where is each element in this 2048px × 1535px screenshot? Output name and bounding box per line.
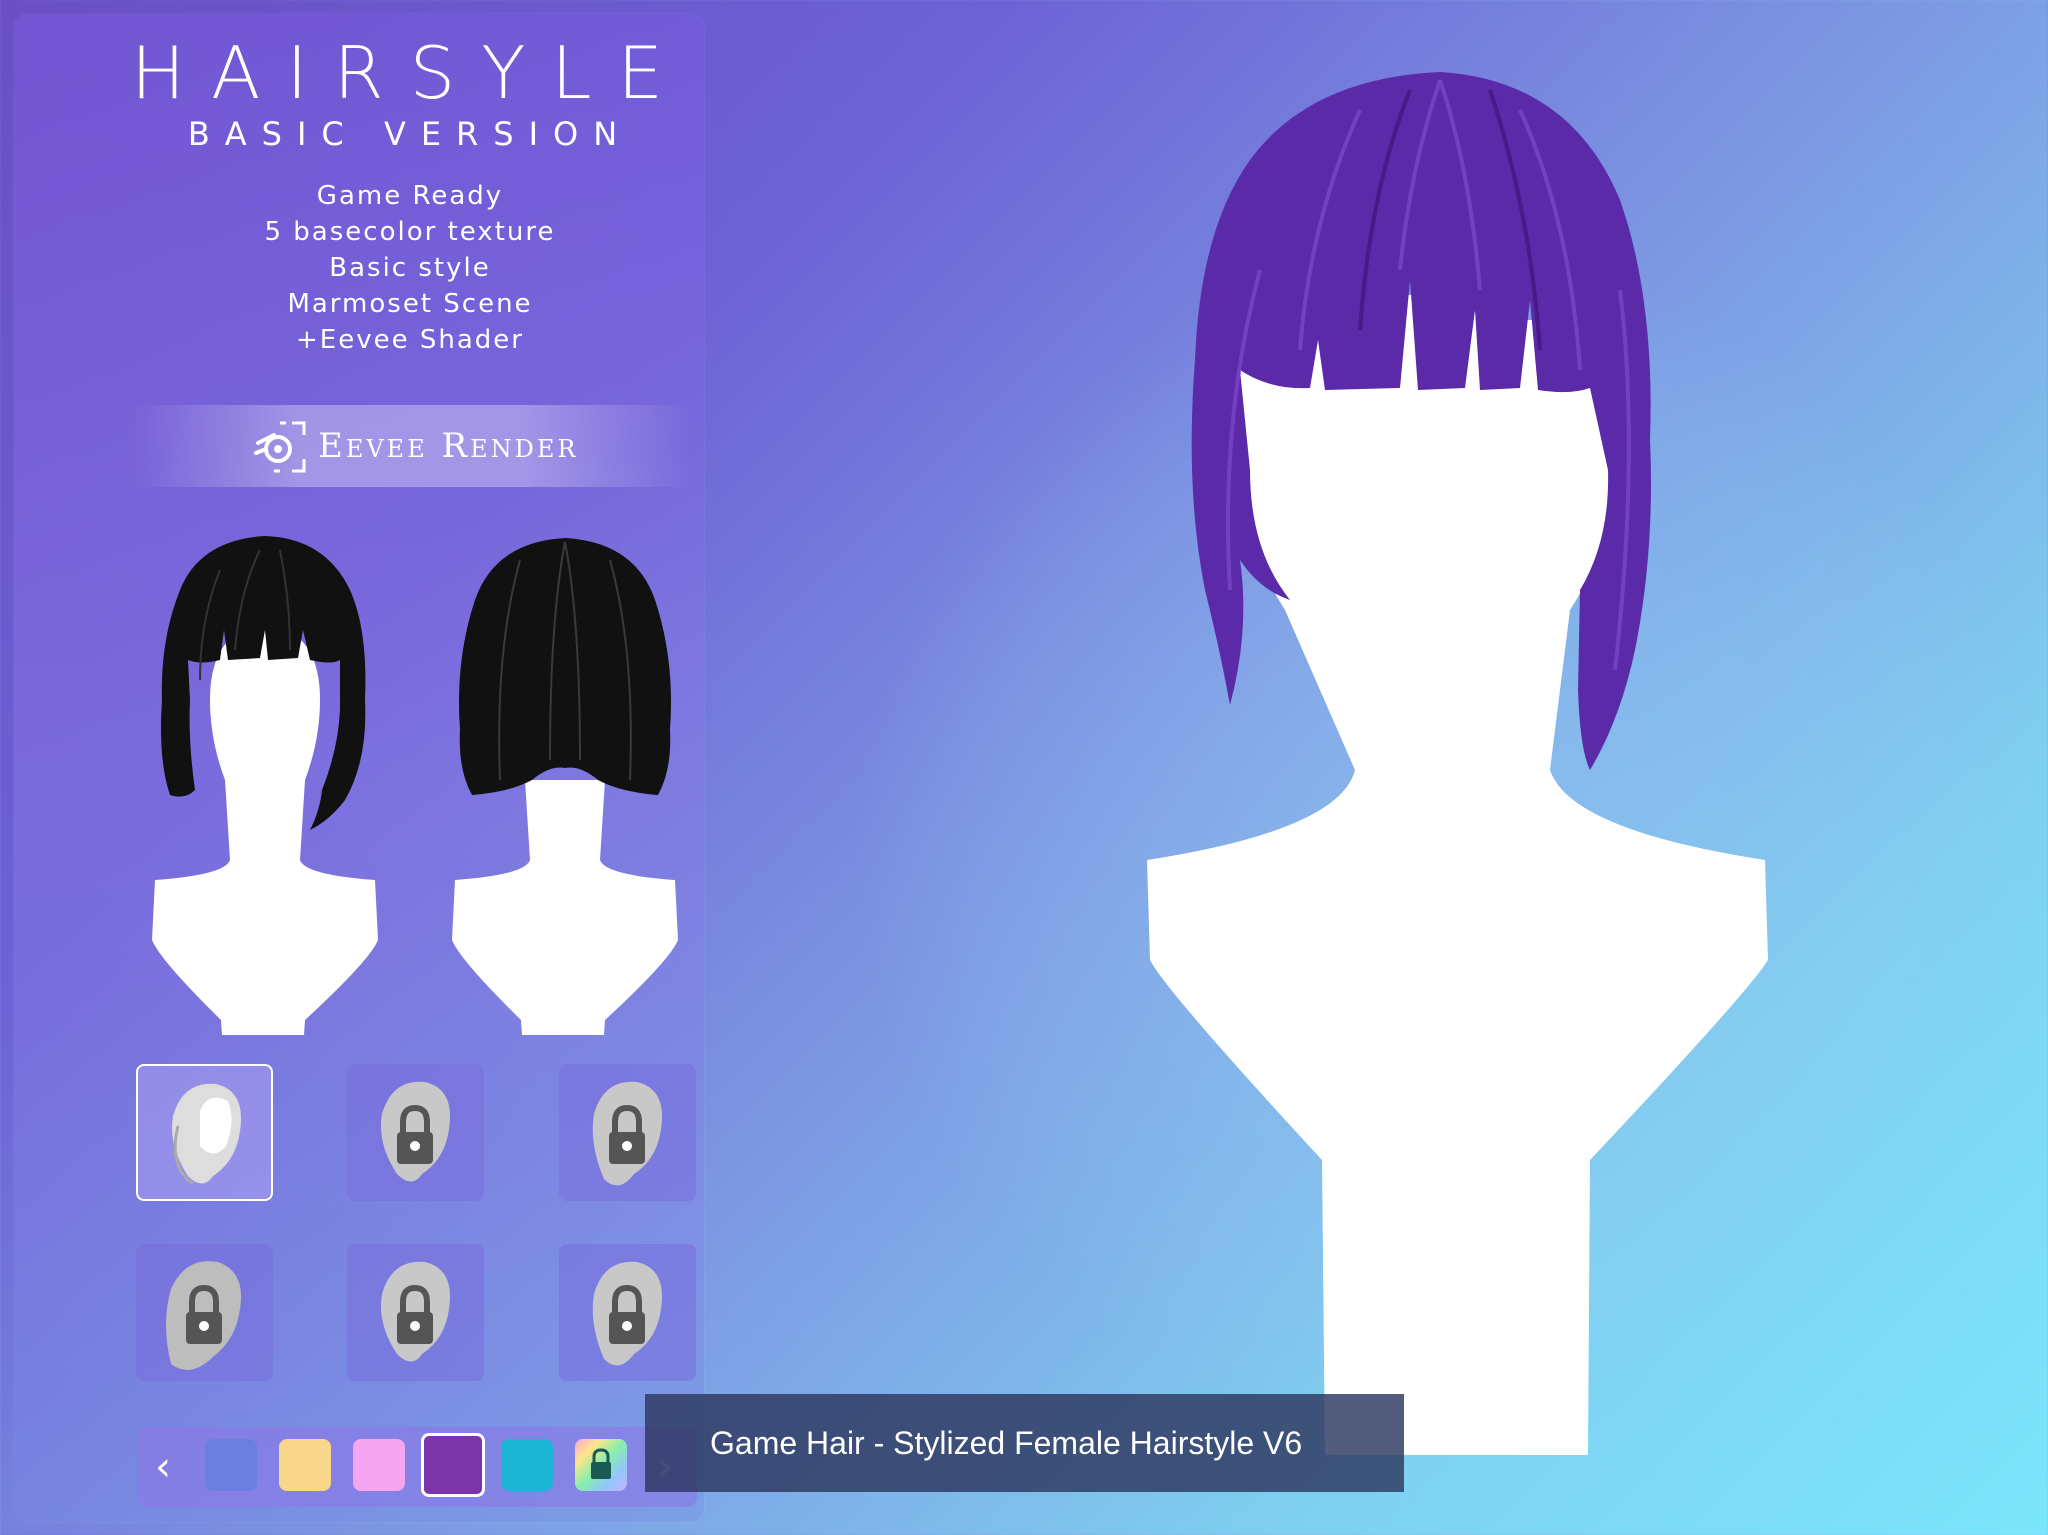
main-preview xyxy=(1147,72,1768,1455)
lock-icon xyxy=(381,1081,450,1182)
lock-icon xyxy=(381,1261,450,1362)
color-swatch-selected[interactable] xyxy=(421,1433,485,1497)
blender-eevee-icon xyxy=(254,421,306,473)
render-banner: Eevee Render xyxy=(130,405,690,487)
feature-item: 5 basecolor texture xyxy=(264,217,556,247)
color-swatch-bar: ‹ › xyxy=(137,1427,697,1507)
hair-style-icon xyxy=(172,1083,241,1186)
page-title: HAIRSYLE xyxy=(131,31,689,115)
style-thumbnail[interactable] xyxy=(347,1244,484,1381)
feature-item: Marmoset Scene xyxy=(287,289,533,319)
feature-item: +Eevee Shader xyxy=(296,325,524,355)
color-swatch[interactable] xyxy=(205,1439,257,1491)
color-swatch[interactable] xyxy=(279,1439,331,1491)
lock-icon xyxy=(166,1261,242,1370)
lock-icon xyxy=(592,1081,662,1186)
style-thumbnail[interactable] xyxy=(559,1244,696,1381)
color-swatch-locked[interactable] xyxy=(575,1439,627,1491)
lock-icon xyxy=(591,1448,611,1479)
chevron-left-icon[interactable]: ‹ xyxy=(143,1441,183,1493)
front-preview xyxy=(152,536,378,1035)
bust-silhouette xyxy=(452,780,678,1035)
page-subtitle: BASIC VERSION xyxy=(187,115,633,153)
lock-icon xyxy=(592,1261,662,1366)
style-thumbnail-grid xyxy=(136,1064,696,1384)
color-swatch[interactable] xyxy=(501,1439,553,1491)
color-swatch[interactable] xyxy=(353,1439,405,1491)
feature-item: Basic style xyxy=(329,253,491,283)
feature-list: Game Ready 5 basecolor texture Basic sty… xyxy=(190,178,630,358)
back-preview xyxy=(452,538,678,1035)
style-thumbnail[interactable] xyxy=(136,1244,273,1381)
render-label: Eevee Render xyxy=(318,426,579,466)
style-thumbnail[interactable] xyxy=(559,1064,696,1201)
style-thumbnail[interactable] xyxy=(136,1064,273,1201)
style-thumbnail[interactable] xyxy=(347,1064,484,1201)
hair-back xyxy=(459,538,671,795)
product-title: Game Hair - Stylized Female Hairstyle V6 xyxy=(645,1394,1404,1492)
feature-item: Game Ready xyxy=(316,181,504,211)
